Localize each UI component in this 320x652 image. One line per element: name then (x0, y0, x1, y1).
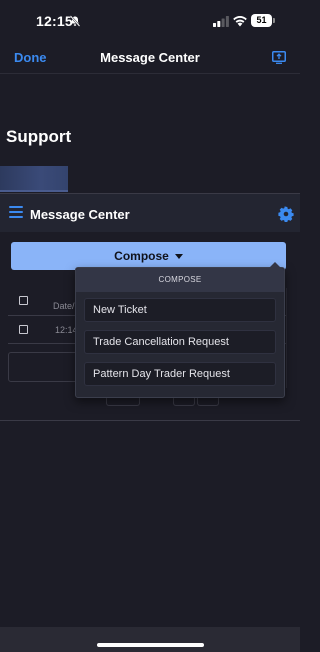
signal-icon (213, 16, 229, 27)
hamburger-menu-icon[interactable] (9, 206, 23, 218)
battery-icon: 51 (251, 14, 275, 27)
menu-item-pattern-day-trader-request[interactable]: Pattern Day Trader Request (84, 362, 276, 386)
select-all-checkbox[interactable] (19, 296, 28, 305)
caret-down-icon (174, 254, 183, 259)
nav-bar: Message Center Done (0, 42, 300, 74)
status-bar: 12:15 51 (0, 0, 300, 42)
date-column-header: Date/ (53, 301, 75, 311)
dropdown-header: COMPOSE (76, 268, 284, 292)
divider (286, 288, 287, 388)
battery-level: 51 (251, 14, 272, 27)
compose-dropdown: COMPOSE New Ticket Trade Cancellation Re… (75, 262, 285, 398)
menu-item-trade-cancellation-request[interactable]: Trade Cancellation Request (84, 330, 276, 354)
gear-icon[interactable] (278, 206, 294, 222)
compose-button-label: Compose (114, 249, 169, 263)
done-button[interactable]: Done (14, 50, 47, 65)
compose-button[interactable]: Compose (11, 242, 286, 270)
home-indicator[interactable] (97, 643, 204, 647)
table-footer-box (8, 352, 78, 382)
divider (0, 420, 300, 421)
battery-tip (273, 18, 275, 23)
row-checkbox[interactable] (19, 325, 28, 334)
wifi-icon (233, 16, 247, 27)
page-title: Support (6, 127, 72, 146)
message-center-header: Message Center (0, 194, 300, 232)
share-screen-icon[interactable] (272, 51, 286, 64)
menu-item-new-ticket[interactable]: New Ticket (84, 298, 276, 322)
support-tab-thumbnail[interactable] (0, 166, 68, 192)
bottom-toolbar (0, 627, 300, 652)
bell-off-icon (69, 15, 81, 27)
status-time: 12:15 (36, 13, 73, 29)
message-center-title: Message Center (30, 207, 130, 222)
